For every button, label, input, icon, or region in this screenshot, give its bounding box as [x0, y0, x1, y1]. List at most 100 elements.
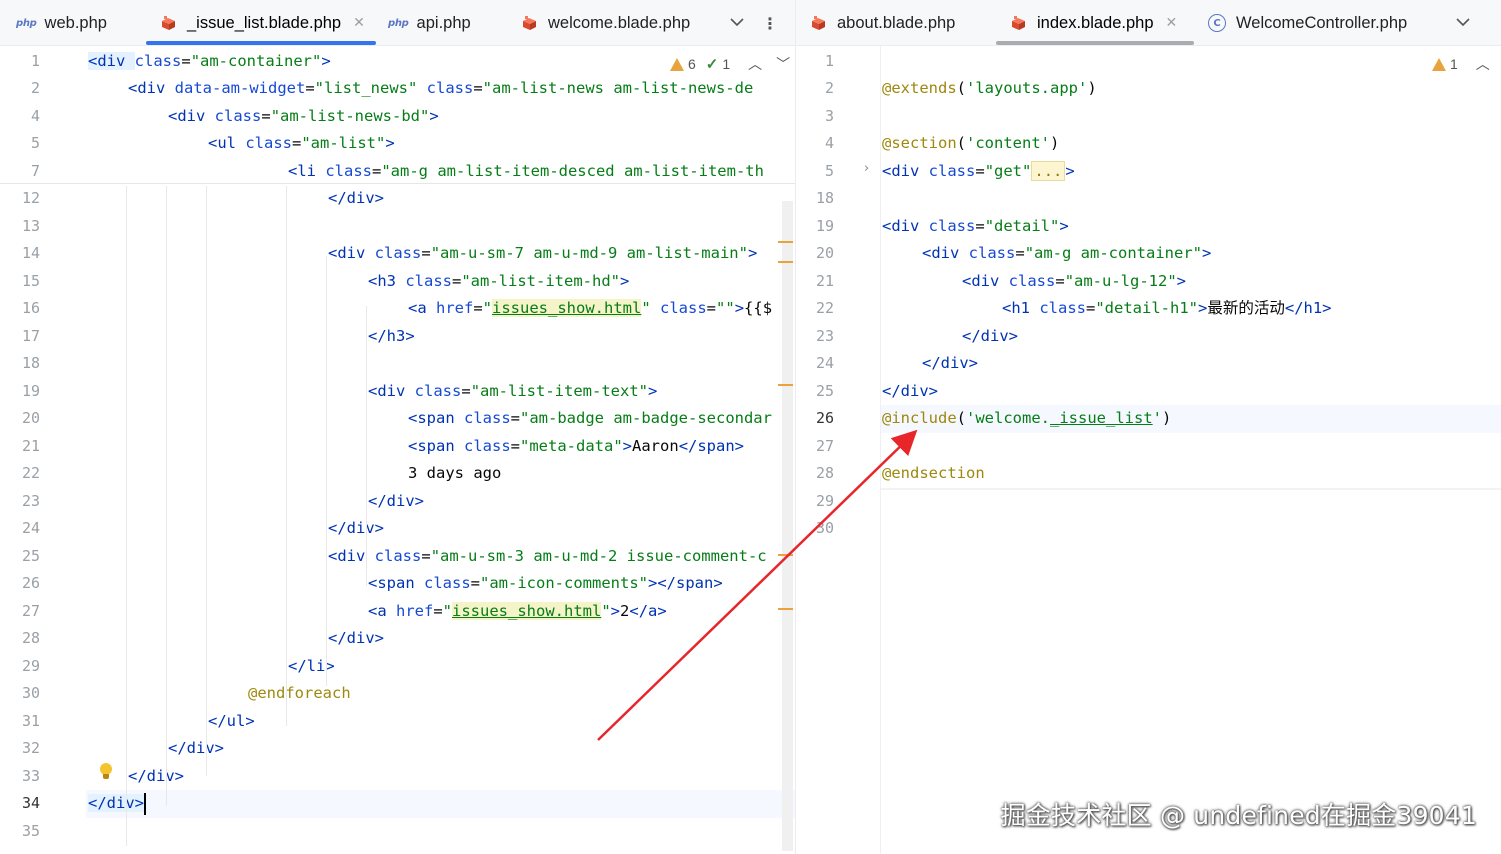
right-code-area[interactable]: @extends('layouts.app') @section('content…: [880, 46, 1501, 854]
chevron-up-icon[interactable]: ︿: [748, 54, 762, 74]
code-token: </div>: [328, 629, 384, 647]
code-line: <div class="am-g am-container">: [922, 240, 1211, 268]
code-token: <a: [368, 601, 396, 620]
fold-expand-icon[interactable]: ›: [864, 161, 869, 176]
tab-label: index.blade.php: [1037, 13, 1154, 32]
code-token: =: [292, 134, 302, 152]
line-number: 2: [824, 79, 834, 97]
tab--issue-list-blade-php[interactable]: _issue_list.blade.php ✕: [160, 0, 365, 46]
line-number: 21: [815, 271, 834, 290]
code-token: =: [1086, 299, 1096, 317]
chevron-down-icon[interactable]: [730, 15, 744, 31]
code-token: <div: [328, 244, 375, 262]
vertical-scrollbar[interactable]: [782, 201, 793, 851]
close-tab-icon[interactable]: ✕: [353, 15, 365, 31]
code-line: <li class="am-g am-list-item-desced am-l…: [288, 158, 764, 186]
code-token: ": [442, 601, 453, 620]
code-token: </h3>: [368, 326, 415, 345]
code-line: <span class="meta-data">Aaron</span>: [408, 433, 744, 461]
line-number: 26: [21, 574, 40, 592]
tab-api-php[interactable]: php api.php: [388, 0, 471, 46]
code-token: =: [372, 161, 382, 180]
warning-stripe-mark[interactable]: [778, 261, 793, 263]
inspection-status[interactable]: 1 ︿: [1432, 54, 1490, 74]
line-number: 20: [21, 409, 40, 427]
tab-welcomecontroller-php[interactable]: C WelcomeController.php: [1208, 0, 1407, 46]
code-token: "am-g am-list-item-desced am-list-item-t…: [381, 161, 764, 180]
line-number: 18: [21, 354, 40, 372]
code-token: "get": [984, 161, 1032, 180]
warning-stripe-mark[interactable]: [778, 554, 793, 556]
code-line: <div class="am-u-sm-7 am-u-md-9 am-list-…: [328, 240, 757, 268]
line-number: 24: [815, 354, 834, 372]
chevron-down-icon[interactable]: ﹀: [776, 54, 790, 74]
code-token: =: [470, 574, 481, 592]
code-line: <div data-am-widget="list_news" class="a…: [128, 75, 753, 103]
tab-welcome-blade-php[interactable]: welcome.blade.php: [521, 0, 690, 46]
code-token: =: [975, 161, 985, 180]
code-line: @extends('layouts.app'): [882, 75, 1097, 103]
line-number: 5: [30, 134, 40, 152]
code-token: =: [706, 299, 717, 317]
left-editor-pane: php web.php _issue_list.blade.php ✕ php api.p…: [0, 0, 795, 854]
code-token: </div>: [882, 381, 938, 400]
code-token: {{$: [744, 299, 773, 317]
code-token: =: [452, 271, 462, 290]
controller-class-icon: C: [1208, 14, 1226, 32]
left-code-area[interactable]: <div class="am-container"> <div data-am-w…: [0, 46, 795, 854]
line-number: 4: [30, 106, 40, 125]
tab-about-blade-php[interactable]: about.blade.php: [810, 0, 955, 46]
line-number: 7: [30, 161, 40, 180]
code-token: </ul>: [208, 711, 255, 730]
code-token: class: [660, 299, 707, 317]
check-icon: ✓: [705, 56, 719, 73]
chevron-down-icon[interactable]: [1456, 15, 1470, 31]
code-token: ></span>: [648, 574, 723, 592]
line-number: 20: [815, 244, 834, 262]
tab-label: web.php: [44, 13, 107, 32]
lightbulb-icon[interactable]: [100, 763, 112, 779]
watermark-text: 掘金技术社区 @ undefined在掘金39041: [1000, 801, 1477, 830]
code-token: class: [464, 436, 511, 455]
code-line: </div>: [168, 735, 224, 763]
text-caret: [144, 792, 146, 815]
line-number: 23: [815, 326, 834, 345]
code-token: class: [968, 244, 1016, 262]
more-options-icon[interactable]: ⋮: [762, 14, 778, 33]
warning-stripe-mark[interactable]: [778, 241, 793, 243]
line-number: 2: [30, 79, 40, 97]
code-token: =: [473, 79, 483, 97]
warning-stripe-mark[interactable]: [778, 608, 793, 610]
code-token: <div: [882, 216, 929, 235]
close-tab-icon[interactable]: ✕: [1166, 15, 1178, 31]
left-tab-bar: php web.php _issue_list.blade.php ✕ php api.p…: [0, 0, 795, 46]
php-file-icon: php: [388, 17, 409, 29]
code-token: </a>: [629, 601, 667, 620]
line-number: 30: [21, 684, 40, 702]
line-number: 19: [815, 216, 834, 235]
code-token: =: [975, 216, 985, 235]
code-token: >: [385, 134, 395, 152]
chevron-up-icon[interactable]: ︿: [1476, 54, 1490, 74]
line-number: 17: [21, 326, 40, 345]
warning-stripe-mark[interactable]: [778, 384, 793, 386]
code-token: ...: [1031, 160, 1066, 181]
code-token: <ul: [208, 134, 246, 152]
line-number: 33: [21, 766, 40, 785]
code-line: </div>: [368, 488, 424, 516]
code-line: <div class="detail">: [882, 213, 1069, 241]
code-token: </div>: [962, 326, 1018, 345]
inspection-status[interactable]: 6 ✓ 1 ︿ ﹀: [670, 54, 790, 74]
code-token: =: [510, 409, 521, 427]
code-token: <span: [368, 574, 424, 592]
tab-web-php[interactable]: php web.php: [16, 0, 107, 46]
code-token: href: [436, 299, 474, 317]
code-token: =: [1055, 271, 1065, 290]
code-token: 最新的活动: [1207, 299, 1285, 317]
code-token: <div: [128, 79, 175, 97]
line-number: 27: [815, 436, 834, 455]
code-token: class: [245, 134, 292, 152]
code-token: class: [424, 574, 471, 592]
tab-index-blade-php[interactable]: index.blade.php ✕: [1010, 0, 1177, 46]
indent-guide: [326, 256, 327, 686]
